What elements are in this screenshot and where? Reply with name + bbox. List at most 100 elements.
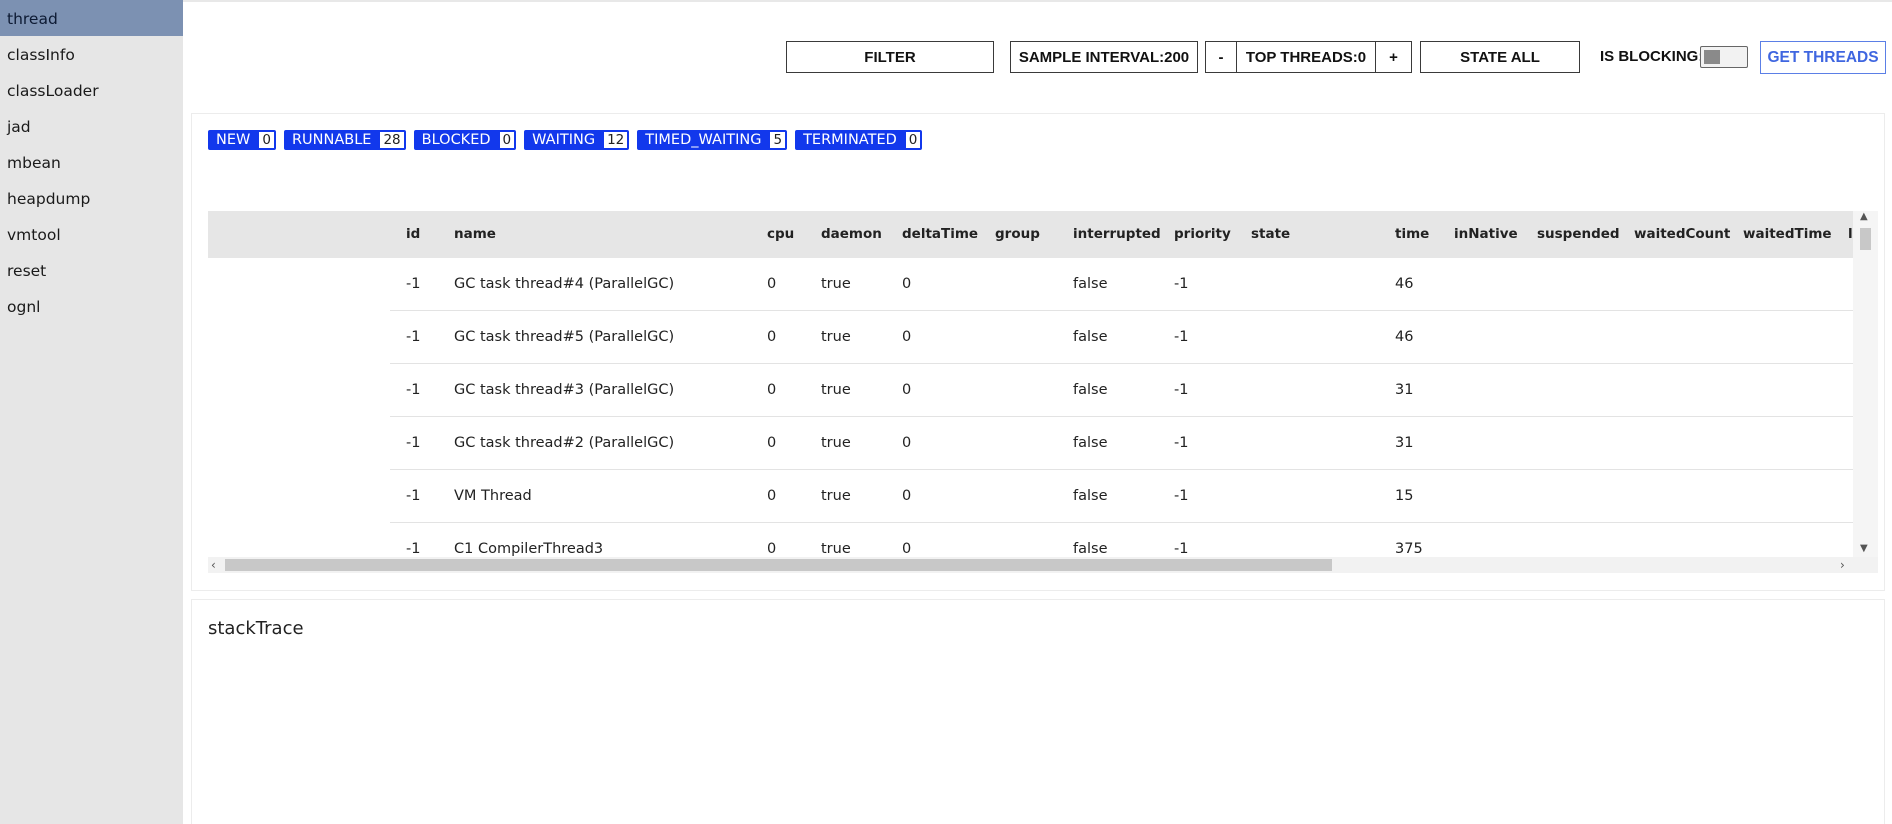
cell-cpu: 0 bbox=[767, 329, 777, 345]
badge-label: TIMED_WAITING bbox=[645, 132, 762, 148]
is-blocking-label: IS BLOCKING: bbox=[1600, 48, 1704, 65]
column-header-priority[interactable]: priority bbox=[1174, 211, 1231, 258]
cell-interrupted: false bbox=[1073, 276, 1108, 292]
badge-count: 5 bbox=[769, 131, 787, 149]
state-badge-runnable[interactable]: RUNNABLE 28 bbox=[283, 130, 406, 150]
cell-name: C1 CompilerThread3 bbox=[454, 541, 604, 557]
sample-interval-button[interactable]: SAMPLE INTERVAL:200 bbox=[1010, 41, 1198, 73]
sidebar-item-ognl[interactable]: ognl bbox=[0, 288, 183, 324]
cell-priority: -1 bbox=[1174, 329, 1189, 345]
cell-priority: -1 bbox=[1174, 488, 1189, 504]
cell-cpu: 0 bbox=[767, 382, 777, 398]
cell-priority: -1 bbox=[1174, 382, 1189, 398]
column-header-deltatime[interactable]: deltaTime bbox=[902, 211, 978, 258]
cell-time: 31 bbox=[1395, 435, 1414, 451]
sidebar-item-thread[interactable]: thread bbox=[0, 0, 183, 36]
table-row[interactable]: -1 C1 CompilerThread3 0 true 0 false -1 … bbox=[390, 523, 1853, 558]
get-threads-button[interactable]: GET THREADS bbox=[1760, 41, 1886, 74]
cell-deltatime: 0 bbox=[902, 435, 912, 451]
horizontal-scroll-thumb[interactable] bbox=[225, 559, 1332, 571]
scroll-left-icon[interactable]: ‹ bbox=[211, 557, 216, 573]
cell-name: GC task thread#4 (ParallelGC) bbox=[454, 276, 675, 292]
state-badge-new[interactable]: NEW 0 bbox=[208, 130, 276, 150]
cell-id: -1 bbox=[406, 276, 421, 292]
table-row[interactable]: -1 GC task thread#5 (ParallelGC) 0 true … bbox=[390, 311, 1853, 364]
badge-label: TERMINATED bbox=[803, 132, 897, 148]
filter-button[interactable]: FILTER bbox=[786, 41, 994, 73]
column-header-time[interactable]: time bbox=[1395, 211, 1429, 258]
horizontal-scrollbar[interactable]: ‹ › bbox=[208, 557, 1878, 573]
app-root: thread classInfo classLoader jad mbean h… bbox=[0, 0, 1892, 824]
cell-priority: -1 bbox=[1174, 276, 1189, 292]
badge-count: 0 bbox=[498, 131, 516, 149]
column-header-waitedtime[interactable]: waitedTime bbox=[1743, 211, 1832, 258]
state-badge-waiting[interactable]: WAITING 12 bbox=[524, 130, 630, 150]
sidebar-item-classinfo[interactable]: classInfo bbox=[0, 36, 183, 72]
top-threads-button[interactable]: TOP THREADS:0 bbox=[1236, 41, 1376, 73]
cell-cpu: 0 bbox=[767, 276, 777, 292]
scroll-right-icon[interactable]: › bbox=[1840, 557, 1845, 573]
badge-label: BLOCKED bbox=[421, 132, 491, 148]
column-header-suspended[interactable]: suspended bbox=[1537, 211, 1620, 258]
sidebar-item-mbean[interactable]: mbean bbox=[0, 144, 183, 180]
cell-deltatime: 0 bbox=[902, 488, 912, 504]
cell-daemon: true bbox=[821, 276, 851, 292]
column-header-name[interactable]: name bbox=[454, 211, 496, 258]
cell-name: GC task thread#3 (ParallelGC) bbox=[454, 382, 675, 398]
sidebar-item-heapdump[interactable]: heapdump bbox=[0, 180, 183, 216]
table-row[interactable]: -1 GC task thread#4 (ParallelGC) 0 true … bbox=[390, 258, 1853, 311]
cell-interrupted: false bbox=[1073, 382, 1108, 398]
cell-cpu: 0 bbox=[767, 435, 777, 451]
cell-id: -1 bbox=[406, 329, 421, 345]
column-header-interrupted[interactable]: interrupted bbox=[1073, 211, 1161, 258]
table-header: id name cpu daemon deltaTime group inter… bbox=[208, 211, 1853, 258]
cell-id: -1 bbox=[406, 488, 421, 504]
decrease-top-threads-button[interactable]: - bbox=[1205, 41, 1237, 73]
cell-time: 375 bbox=[1395, 541, 1423, 557]
sidebar: thread classInfo classLoader jad mbean h… bbox=[0, 0, 183, 824]
column-header-truncated[interactable]: l bbox=[1848, 211, 1853, 258]
column-header-cpu[interactable]: cpu bbox=[767, 211, 794, 258]
is-blocking-toggle[interactable] bbox=[1700, 46, 1748, 68]
vertical-scrollbar[interactable]: ▲ ▼ bbox=[1853, 211, 1878, 557]
badge-label: WAITING bbox=[532, 132, 596, 148]
cell-id: -1 bbox=[406, 382, 421, 398]
column-header-daemon[interactable]: daemon bbox=[821, 211, 882, 258]
state-badge-blocked[interactable]: BLOCKED 0 bbox=[413, 130, 517, 150]
increase-top-threads-button[interactable]: + bbox=[1375, 41, 1412, 73]
cell-interrupted: false bbox=[1073, 435, 1108, 451]
state-filter-button[interactable]: STATE ALL bbox=[1420, 41, 1580, 73]
column-header-id[interactable]: id bbox=[406, 211, 420, 258]
scroll-up-icon[interactable]: ▲ bbox=[1860, 211, 1868, 222]
state-badge-timed-waiting[interactable]: TIMED_WAITING 5 bbox=[637, 130, 788, 150]
vertical-scroll-thumb[interactable] bbox=[1860, 228, 1871, 250]
column-header-group[interactable]: group bbox=[995, 211, 1040, 258]
sidebar-item-reset[interactable]: reset bbox=[0, 252, 183, 288]
cell-time: 31 bbox=[1395, 382, 1414, 398]
cell-deltatime: 0 bbox=[902, 276, 912, 292]
table-row[interactable]: -1 VM Thread 0 true 0 false -1 15 bbox=[390, 470, 1853, 523]
column-header-state[interactable]: state bbox=[1251, 211, 1290, 258]
sidebar-item-vmtool[interactable]: vmtool bbox=[0, 216, 183, 252]
sidebar-item-classloader[interactable]: classLoader bbox=[0, 72, 183, 108]
cell-daemon: true bbox=[821, 435, 851, 451]
state-badge-terminated[interactable]: TERMINATED 0 bbox=[795, 130, 923, 150]
cell-cpu: 0 bbox=[767, 488, 777, 504]
table-row[interactable]: -1 GC task thread#3 (ParallelGC) 0 true … bbox=[390, 364, 1853, 417]
column-header-waitedcount[interactable]: waitedCount bbox=[1634, 211, 1730, 258]
cell-daemon: true bbox=[821, 329, 851, 345]
sidebar-item-jad[interactable]: jad bbox=[0, 108, 183, 144]
cell-interrupted: false bbox=[1073, 329, 1108, 345]
cell-name: GC task thread#5 (ParallelGC) bbox=[454, 329, 675, 345]
cell-priority: -1 bbox=[1174, 541, 1189, 557]
badge-count: 12 bbox=[603, 131, 629, 149]
state-badges: NEW 0 RUNNABLE 28 BLOCKED 0 WAITING 12 TIMED… bbox=[208, 130, 923, 150]
badge-label: NEW bbox=[216, 132, 251, 148]
column-header-innative[interactable]: inNative bbox=[1454, 211, 1518, 258]
badge-count: 0 bbox=[258, 131, 275, 149]
cell-deltatime: 0 bbox=[902, 541, 912, 557]
cell-daemon: true bbox=[821, 488, 851, 504]
scroll-down-icon[interactable]: ▼ bbox=[1860, 543, 1868, 554]
cell-cpu: 0 bbox=[767, 541, 777, 557]
table-row[interactable]: -1 GC task thread#2 (ParallelGC) 0 true … bbox=[390, 417, 1853, 470]
